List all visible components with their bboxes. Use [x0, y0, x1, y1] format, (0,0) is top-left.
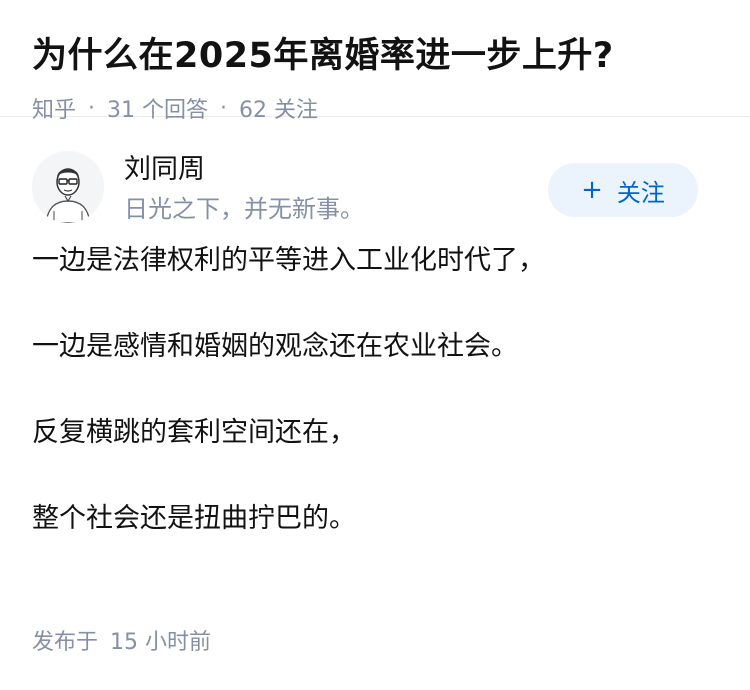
answers-count[interactable]: 31 个回答 [107, 92, 208, 124]
source-label[interactable]: 知乎 [32, 92, 76, 124]
plus-icon: + [581, 175, 603, 205]
follow-button-label: 关注 [616, 178, 665, 207]
meta-separator: · [220, 95, 228, 121]
question-meta: 知乎 · 31 个回答 · 62 关注 [32, 92, 718, 124]
follow-button[interactable]: + 关注 [548, 163, 698, 217]
published-label: 发布于 [32, 630, 99, 655]
question-title[interactable]: 为什么在2025年离婚率进一步上升? [32, 34, 718, 78]
avatar[interactable] [32, 151, 104, 223]
author-name[interactable]: 刘同周 [124, 153, 205, 187]
followers-count[interactable]: 62 关注 [239, 92, 318, 124]
published-time: 15 小时前 [110, 630, 212, 655]
meta-separator: · [88, 95, 96, 121]
author-card: 刘同周 日光之下，并无新事。 + 关注 [0, 149, 750, 249]
answer-paragraph: 反复横跳的套利空间还在， [32, 417, 356, 448]
publish-info[interactable]: 发布于 15 小时前 [32, 624, 211, 656]
answer-paragraph: 整个社会还是扭曲拧巴的。 [32, 503, 356, 534]
question-header: 为什么在2025年离婚率进一步上升? 知乎 · 31 个回答 · 62 关注 [0, 0, 750, 123]
author-bio: 日光之下，并无新事。 [124, 195, 364, 223]
answer-content: 一边是法律权利的平等进入工业化时代了， 一边是感情和婚姻的观念还在农业社会。 反… [0, 243, 750, 537]
answer-paragraph: 一边是感情和婚姻的观念还在农业社会。 [32, 331, 518, 362]
